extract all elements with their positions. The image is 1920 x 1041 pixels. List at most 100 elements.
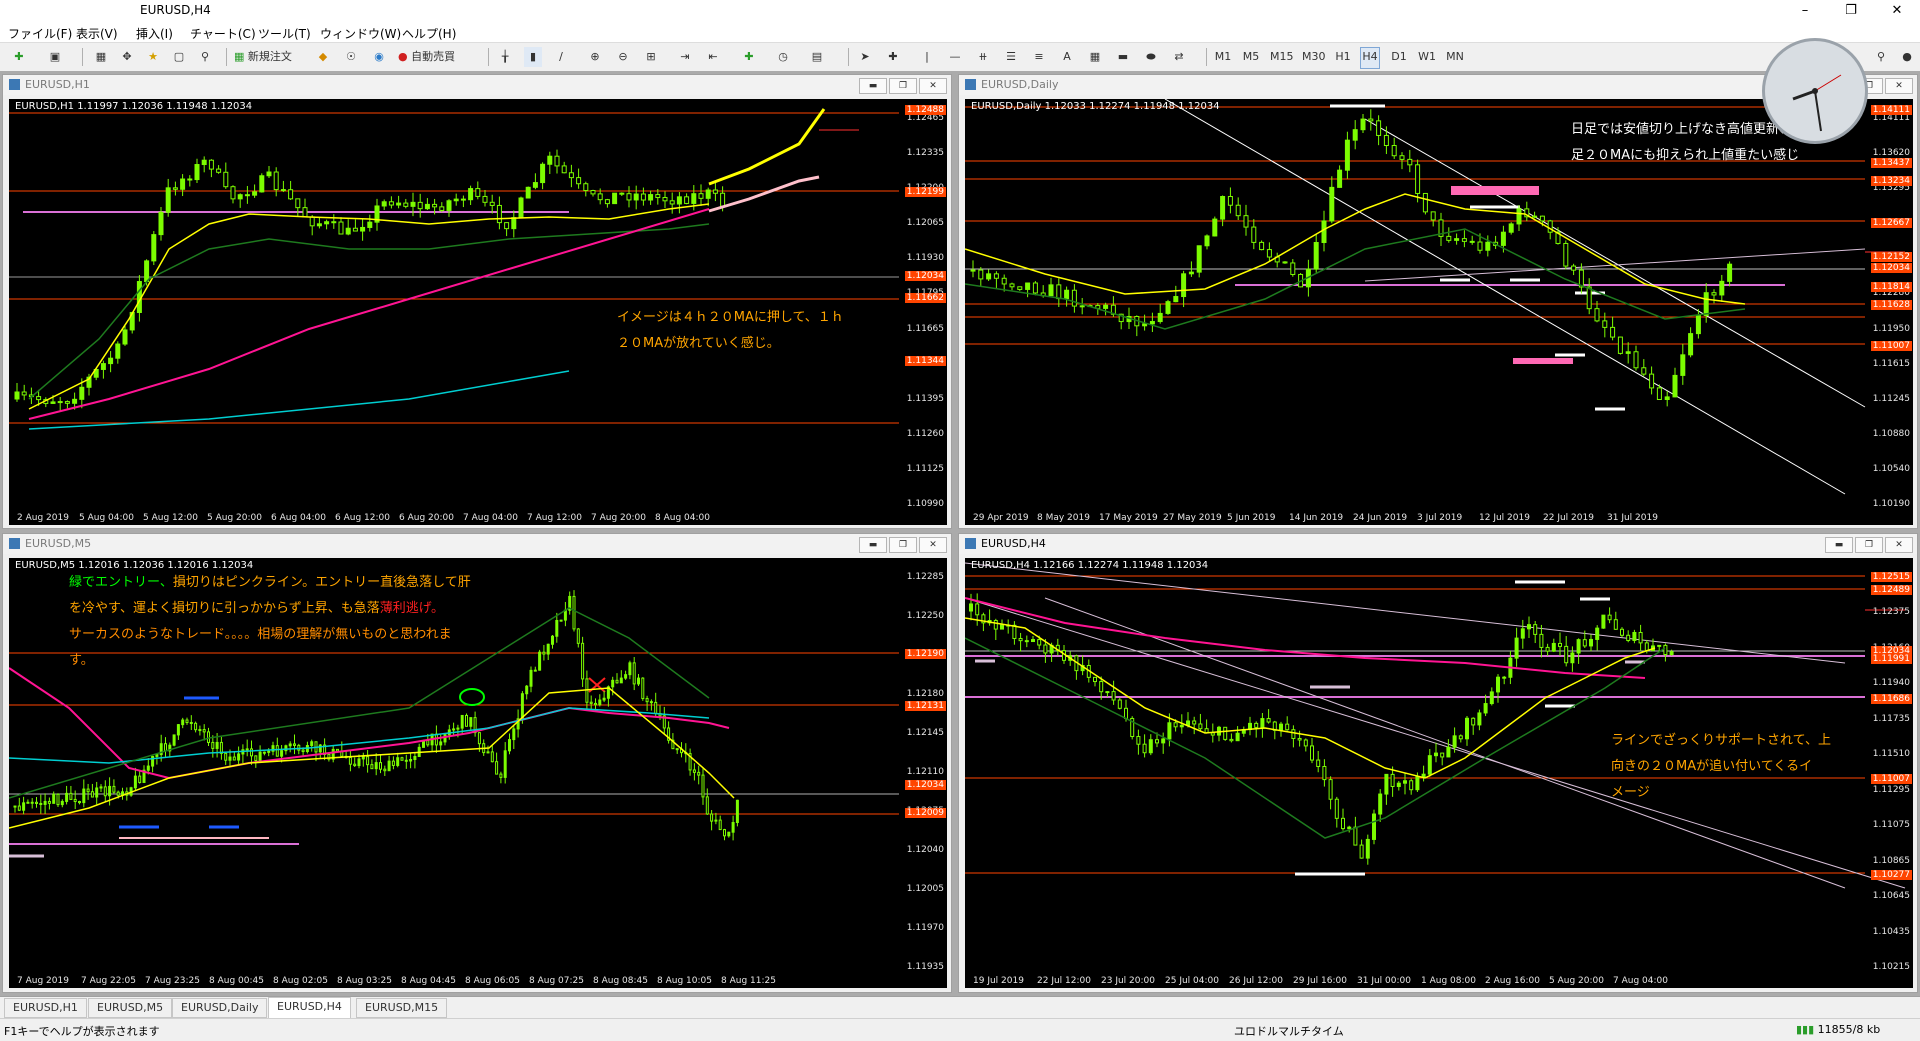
candle-body — [1179, 724, 1184, 728]
trendline-icon[interactable]: ⧺ — [974, 47, 992, 67]
chart-plot-daily[interactable]: EURUSD,Daily 1.12033 1.12274 1.11948 1.1… — [965, 99, 1913, 525]
navigator-icon[interactable]: ★ — [144, 47, 162, 67]
zoom-in-icon[interactable]: ⊕ — [586, 47, 604, 67]
time-label: 7 Aug 12:00 — [527, 513, 582, 523]
strategy-tester-icon[interactable]: ⚲ — [196, 47, 214, 67]
chart-window-h4[interactable]: EURUSD,H4 ▬ ❐ ✕ EURUSD,H4 1.12166 1.1227… — [958, 533, 1918, 993]
candle-body — [705, 189, 711, 199]
minimize-button[interactable]: – — [1782, 0, 1828, 22]
candle-body — [1586, 286, 1592, 310]
chart-plot-h1[interactable]: EURUSD,H1 1.11997 1.12036 1.11948 1.1203… — [9, 99, 947, 525]
terminal-icon[interactable]: ▢ — [170, 47, 188, 67]
window-close-h1[interactable]: ✕ — [919, 78, 947, 94]
rectangle-icon[interactable]: ▬ — [1114, 47, 1132, 67]
candlestick-icon[interactable]: ▮ — [524, 47, 542, 67]
candle-body — [1672, 374, 1678, 398]
candle-body — [1421, 773, 1426, 778]
chart-window-h1[interactable]: EURUSD,H1 ▬ ❐ ✕ EURUSD,H1 1.11997 1.1203… — [2, 74, 952, 529]
fibonacci-icon[interactable]: ≡ — [1030, 47, 1048, 67]
new-chart-icon[interactable]: ✚ — [10, 47, 28, 67]
menu-file[interactable]: ファイル(F) — [8, 25, 72, 42]
text-icon[interactable]: A — [1058, 47, 1076, 67]
auto-scroll-icon[interactable]: ⇥ — [676, 47, 694, 67]
chart-shift-icon[interactable]: ⇤ — [704, 47, 722, 67]
candle-body — [602, 697, 606, 701]
timeframe-m30[interactable]: M30 — [1302, 47, 1326, 67]
timeframe-m15[interactable]: M15 — [1270, 47, 1294, 67]
profiles-icon[interactable]: ▣ — [46, 47, 64, 67]
window-minimize-h1[interactable]: ▬ — [859, 78, 887, 94]
timeframe-h1[interactable]: H1 — [1334, 47, 1352, 67]
window-close-m5[interactable]: ✕ — [919, 537, 947, 553]
metaeditor-icon[interactable]: ◆ — [314, 47, 332, 67]
menu-window[interactable]: ウィンドウ(W) — [320, 25, 401, 42]
tab-eurusd-h1[interactable]: EURUSD,H1 — [4, 998, 87, 1018]
maximize-button[interactable]: ❐ — [1828, 0, 1874, 22]
window-titlebar-m5[interactable]: EURUSD,M5 ▬ ❐ ✕ — [3, 534, 951, 554]
market-watch-icon[interactable]: ▦ — [92, 47, 110, 67]
templates-icon[interactable]: ▤ — [808, 47, 826, 67]
timeframe-mn[interactable]: MN — [1446, 47, 1464, 67]
close-button[interactable]: ✕ — [1874, 0, 1920, 22]
candle-body — [727, 831, 731, 837]
window-minimize-m5[interactable]: ▬ — [859, 537, 887, 553]
tab-eurusd-m15[interactable]: EURUSD,M15 — [356, 998, 448, 1018]
tab-eurusd-daily[interactable]: EURUSD,Daily — [172, 998, 268, 1018]
price-tag: 1.11007 — [1870, 774, 1912, 784]
candle-body — [293, 743, 296, 746]
bar-chart-icon[interactable]: ╁ — [496, 47, 514, 67]
candle-body — [310, 741, 314, 747]
signals-icon[interactable]: ☉ — [342, 47, 360, 67]
horizontal-line-icon[interactable]: — — [946, 47, 964, 67]
candle-body — [353, 763, 357, 767]
line-chart-icon[interactable]: ∕ — [552, 47, 570, 67]
tab-eurusd-h4[interactable]: EURUSD,H4 — [268, 997, 351, 1018]
window-titlebar-h1[interactable]: EURUSD,H1 ▬ ❐ ✕ — [3, 75, 951, 95]
chart-window-m5[interactable]: EURUSD,M5 ▬ ❐ ✕ EURUSD,M5 1.12016 1.1203… — [2, 533, 952, 993]
window-close-daily[interactable]: ✕ — [1885, 78, 1913, 94]
periods-icon[interactable]: ◷ — [774, 47, 792, 67]
ellipse-icon[interactable]: ⬬ — [1142, 47, 1160, 67]
data-window-icon[interactable]: ✥ — [118, 47, 136, 67]
timeframe-m1[interactable]: M1 — [1214, 47, 1232, 67]
chart-plot-h4[interactable]: EURUSD,H4 1.12166 1.12274 1.11948 1.1203… — [965, 558, 1913, 988]
channel-icon[interactable]: ☰ — [1002, 47, 1020, 67]
candle-body — [1031, 639, 1035, 643]
search-icon[interactable]: ⚲ — [1872, 47, 1890, 67]
price-label: 1.12005 — [906, 884, 944, 894]
market-icon[interactable]: ◉ — [370, 47, 388, 67]
menu-help[interactable]: ヘルプ(H) — [402, 25, 456, 42]
timeframe-d1[interactable]: D1 — [1390, 47, 1408, 67]
account-icon[interactable]: ● — [1898, 47, 1916, 67]
tile-windows-icon[interactable]: ⊞ — [642, 47, 660, 67]
menu-chart[interactable]: チャート(C) — [190, 25, 256, 42]
arrows-icon[interactable]: ⇄ — [1170, 47, 1188, 67]
price-label: 1.11075 — [1872, 820, 1910, 831]
menu-insert[interactable]: 挿入(I) — [136, 25, 173, 42]
timeframe-m5[interactable]: M5 — [1242, 47, 1260, 67]
price-label: 1.11970 — [906, 923, 944, 933]
window-titlebar-h4[interactable]: EURUSD,H4 ▬ ❐ ✕ — [959, 534, 1917, 554]
timeframe-h4[interactable]: H4 — [1360, 47, 1380, 69]
window-restore-m5[interactable]: ❐ — [889, 537, 917, 553]
chart-window-daily[interactable]: EURUSD,Daily ▬ ❐ ✕ EURUSD,Daily 1.12033 … — [958, 74, 1918, 529]
text-label-icon[interactable]: ▦ — [1086, 47, 1104, 67]
vertical-line-icon[interactable]: | — [918, 47, 936, 67]
timeframe-w1[interactable]: W1 — [1418, 47, 1436, 67]
menu-tools[interactable]: ツール(T) — [258, 25, 311, 42]
menu-view[interactable]: 表示(V) — [76, 25, 118, 42]
chart-plot-m5[interactable]: EURUSD,M5 1.12016 1.12036 1.12016 1.1203… — [9, 558, 947, 988]
zoom-out-icon[interactable]: ⊖ — [614, 47, 632, 67]
window-minimize-h4[interactable]: ▬ — [1825, 537, 1853, 553]
candle-body — [133, 775, 137, 789]
window-restore-h1[interactable]: ❐ — [889, 78, 917, 94]
indicators-icon[interactable]: ✚ — [740, 47, 758, 67]
auto-trading-button[interactable]: ● 自動売買 — [398, 47, 455, 67]
new-order-button[interactable]: ▦ 新規注文 — [234, 47, 292, 67]
candle-body — [1360, 118, 1366, 131]
crosshair-icon[interactable]: ✚ — [884, 47, 902, 67]
window-close-h4[interactable]: ✕ — [1885, 537, 1913, 553]
cursor-icon[interactable]: ➤ — [856, 47, 874, 67]
window-restore-h4[interactable]: ❐ — [1855, 537, 1883, 553]
tab-eurusd-m5[interactable]: EURUSD,M5 — [88, 998, 173, 1018]
